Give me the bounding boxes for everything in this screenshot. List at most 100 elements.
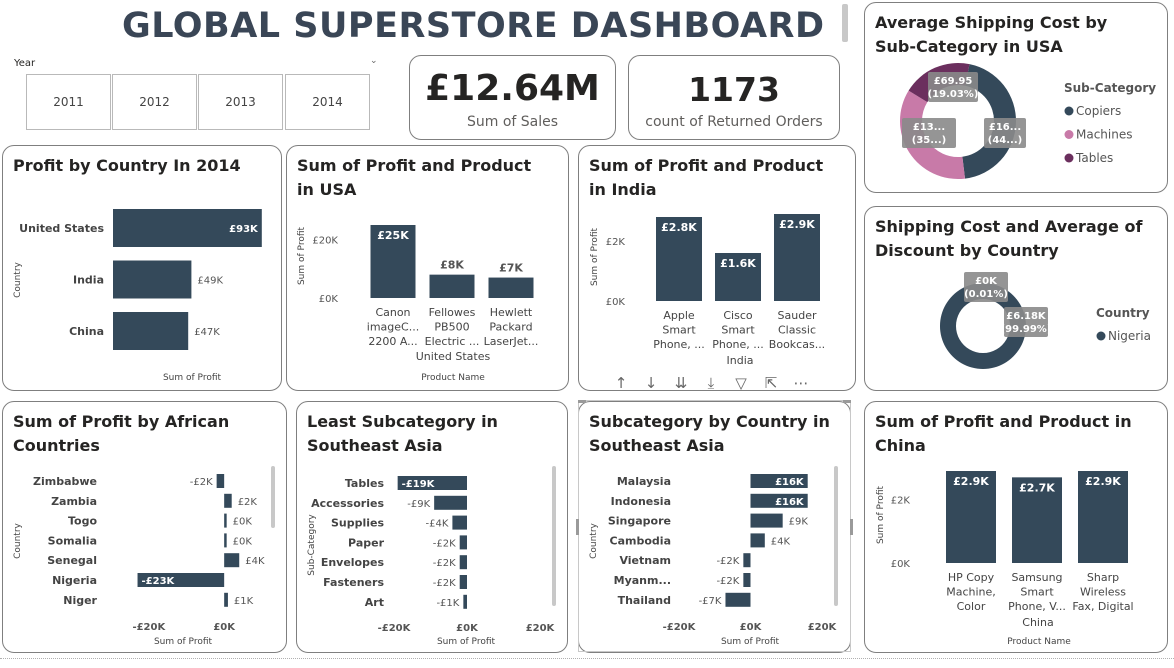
legend-item: Copiers: [1076, 104, 1121, 118]
bar[interactable]: [429, 274, 475, 298]
axis-tick: £20K: [808, 622, 838, 633]
x-axis-title: Sum of Profit: [721, 637, 780, 647]
category-label: Fellowes: [429, 306, 476, 319]
bar[interactable]: [459, 575, 467, 589]
legend-marker: [1064, 130, 1074, 139]
data-label: £4K: [245, 556, 265, 567]
category-label: Singapore: [608, 515, 671, 528]
data-label: £0K: [233, 517, 253, 528]
axis-tick: £2K: [606, 237, 626, 248]
axis-tick: £0K: [213, 622, 236, 633]
bar[interactable]: [113, 260, 192, 299]
data-label: £2.8K: [661, 221, 697, 234]
category-label: Cambodia: [610, 534, 671, 547]
data-label: (35...): [912, 135, 946, 146]
data-label: -£2K: [433, 578, 456, 589]
data-label: (0.01%): [964, 289, 1008, 300]
category-label: imageC...: [367, 321, 419, 334]
category-label: HP Copy: [948, 571, 995, 584]
data-label: £9K: [789, 517, 809, 528]
legend-title: Sub-Category: [1064, 81, 1156, 95]
category-label: Tables: [345, 477, 385, 490]
data-label: £6.18K: [1006, 311, 1047, 322]
x-axis-title: Product Name: [1007, 637, 1071, 647]
category-label: Supplies: [331, 517, 385, 530]
data-label: -£9K: [407, 499, 430, 510]
bar[interactable]: [750, 513, 783, 528]
category-label: Electric ...: [425, 335, 480, 348]
data-label: £2.7K: [1019, 481, 1055, 494]
x-axis-title: Sum of Profit: [437, 637, 496, 647]
category-label: Zimbabwe: [33, 475, 97, 488]
x-axis-title: Sum of Profit: [154, 637, 213, 647]
bar[interactable]: [224, 553, 240, 568]
data-label: £13...: [913, 122, 945, 133]
category-label: Fasteners: [323, 576, 384, 589]
data-label: (19.03%): [928, 89, 979, 100]
data-label: -£1K: [436, 598, 459, 609]
data-label: -£2K: [433, 538, 456, 549]
axis-tick: £20K: [312, 236, 338, 247]
bar[interactable]: [224, 533, 227, 548]
category-label: 2200 A...: [368, 335, 417, 348]
bar[interactable]: [452, 515, 467, 530]
category-label: Phone, ...: [653, 338, 705, 351]
bar[interactable]: [750, 533, 765, 548]
bar[interactable]: [459, 535, 467, 550]
bar[interactable]: [434, 495, 467, 510]
category-label: China: [69, 325, 104, 338]
legend-title: Country: [1096, 306, 1150, 320]
category-label: Bookcas...: [769, 338, 825, 351]
axis-tick: -£20K: [663, 622, 697, 633]
bar[interactable]: [224, 493, 232, 508]
category-label: Sharp: [1087, 571, 1119, 584]
category-label: PB500: [434, 321, 469, 334]
data-label: £16K: [775, 477, 805, 488]
category-label: Senegal: [47, 554, 97, 567]
axis-tick: £0K: [740, 622, 763, 633]
bar[interactable]: [216, 474, 225, 488]
bar[interactable]: [224, 513, 227, 528]
axis-tick: £2K: [891, 496, 911, 507]
y-axis-title: Sum of Profit: [297, 227, 307, 286]
legend-marker: [1064, 153, 1074, 163]
bar[interactable]: [459, 555, 467, 570]
category-label: Somalia: [48, 534, 97, 547]
category-label: Samsung: [1011, 571, 1062, 584]
category-label: Color: [957, 600, 986, 613]
data-label: £2K: [238, 497, 258, 508]
category-label: LaserJet...: [484, 335, 539, 348]
bar[interactable]: [488, 277, 534, 298]
axis-tick: -£20K: [132, 622, 166, 633]
y-axis-title: Country: [13, 261, 23, 297]
legend-item: Machines: [1076, 128, 1132, 142]
category-label: Smart: [662, 324, 696, 337]
axis-tick: £0K: [456, 623, 479, 634]
data-label: £7K: [499, 262, 523, 275]
group-label: China: [1022, 616, 1053, 629]
data-label: -£2K: [190, 477, 213, 488]
category-label: Indonesia: [611, 495, 671, 508]
group-label: United States: [416, 350, 491, 363]
data-label: -£23K: [142, 576, 176, 587]
data-label: £16...: [989, 122, 1021, 133]
data-label: £8K: [440, 259, 464, 272]
axis-tick: £20K: [526, 623, 556, 634]
data-label: £2.9K: [1085, 475, 1121, 488]
bar[interactable]: [463, 594, 467, 609]
y-axis-title: Sum of Profit: [590, 228, 600, 287]
bar[interactable]: [743, 553, 751, 568]
bar[interactable]: [224, 592, 228, 607]
bar[interactable]: [725, 592, 751, 607]
data-label: £69.95: [934, 76, 973, 87]
bar[interactable]: [113, 312, 189, 350]
axis-tick: £0K: [891, 559, 911, 570]
category-label: Paper: [348, 536, 385, 549]
bar[interactable]: [743, 573, 751, 587]
category-label: India: [73, 274, 104, 287]
axis-tick: £0K: [319, 294, 339, 305]
data-label: £4K: [771, 536, 791, 547]
category-label: Machine,: [946, 586, 996, 599]
category-label: Thailand: [618, 594, 671, 607]
data-label: £0K: [975, 276, 998, 287]
